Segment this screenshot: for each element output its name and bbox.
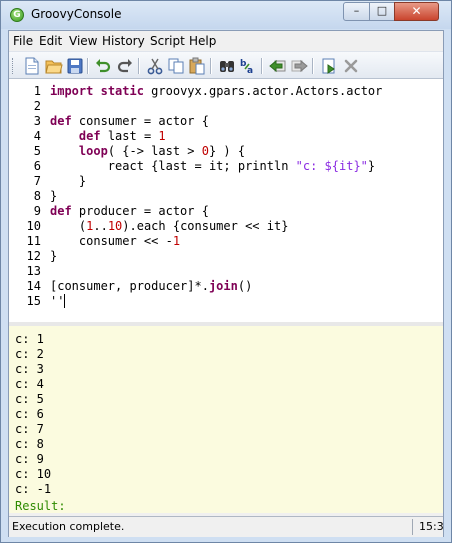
open-folder-icon[interactable] bbox=[45, 57, 63, 75]
menu-file[interactable]: File bbox=[13, 34, 33, 48]
output-line: c: 2 bbox=[15, 347, 44, 361]
code-line: consumer << -1 bbox=[50, 234, 181, 248]
code-line: [consumer, producer]*.join() bbox=[50, 279, 253, 293]
output-pane[interactable]: c: 1 c: 2 c: 3 c: 4 c: 5 c: 6 c: 7 c: 8 … bbox=[9, 326, 443, 513]
cut-icon[interactable] bbox=[146, 57, 164, 75]
toolbar-separator bbox=[138, 58, 140, 74]
maximize-button[interactable]: □ bbox=[369, 2, 395, 21]
line-number: 1 bbox=[33, 84, 41, 98]
maximize-icon: □ bbox=[376, 4, 388, 17]
line-number: 2 bbox=[33, 99, 41, 113]
toolbar-grip[interactable] bbox=[12, 58, 16, 74]
output-line: c: 4 bbox=[15, 377, 44, 391]
menu-view[interactable]: View bbox=[69, 34, 97, 48]
status-message: Execution complete. bbox=[12, 520, 125, 533]
output-line: c: 6 bbox=[15, 407, 44, 421]
history-back-icon[interactable] bbox=[269, 57, 287, 75]
line-number: 13 bbox=[26, 264, 41, 278]
line-number: 8 bbox=[33, 189, 41, 203]
output-line: c: 7 bbox=[15, 422, 44, 436]
menu-script[interactable]: Script bbox=[150, 34, 185, 48]
menu-history[interactable]: History bbox=[102, 34, 145, 48]
minimize-icon: – bbox=[353, 4, 360, 17]
menu-help[interactable]: Help bbox=[189, 34, 216, 48]
line-number: 12 bbox=[26, 249, 41, 263]
code-line: (1..10).each {consumer << it} bbox=[50, 219, 289, 233]
output-line: c: 3 bbox=[15, 362, 44, 376]
status-divider bbox=[412, 519, 413, 535]
menu-edit[interactable]: Edit bbox=[39, 34, 62, 48]
copy-icon[interactable] bbox=[167, 57, 185, 75]
line-number: 4 bbox=[33, 129, 41, 143]
status-bar: Execution complete. 15:3 bbox=[9, 516, 444, 537]
new-document-icon[interactable] bbox=[23, 57, 41, 75]
output-line: c: 10 bbox=[15, 467, 52, 481]
code-line: } bbox=[50, 189, 58, 203]
close-button[interactable]: ✕ bbox=[394, 2, 439, 21]
run-script-icon[interactable] bbox=[320, 57, 338, 75]
undo-icon[interactable] bbox=[94, 57, 112, 75]
close-icon: ✕ bbox=[411, 4, 422, 18]
line-number-gutter: 1 2 3 4 5 6 7 8 9 10 11 12 13 14 15 bbox=[9, 79, 45, 322]
minimize-button[interactable]: – bbox=[343, 2, 370, 21]
line-number: 7 bbox=[33, 174, 41, 188]
code-line: } bbox=[50, 249, 58, 263]
caret-position: 15:3 bbox=[419, 520, 444, 533]
code-line: } bbox=[50, 174, 87, 188]
script-editor[interactable]: 1 2 3 4 5 6 7 8 9 10 11 12 13 14 15 impo… bbox=[9, 79, 443, 323]
paste-icon[interactable] bbox=[188, 57, 206, 75]
line-number: 3 bbox=[33, 114, 41, 128]
toolbar-separator bbox=[312, 58, 314, 74]
title-bar[interactable]: G GroovyConsole – □ ✕ bbox=[1, 1, 451, 29]
output-line: c: 1 bbox=[15, 332, 44, 346]
output-line: c: 9 bbox=[15, 452, 44, 466]
text-caret bbox=[64, 294, 66, 308]
toolbar-separator bbox=[87, 58, 89, 74]
output-line: c: 8 bbox=[15, 437, 44, 451]
history-forward-icon[interactable] bbox=[290, 57, 308, 75]
code-line: '' bbox=[50, 294, 66, 308]
toolbar: ba bbox=[9, 51, 443, 79]
code-line: def last = 1 bbox=[78, 129, 166, 143]
toolbar-separator bbox=[210, 58, 212, 74]
console-frame: File Edit View History Script Help b a 1… bbox=[8, 30, 444, 537]
replace-icon[interactable]: ba bbox=[239, 57, 257, 76]
save-icon[interactable] bbox=[66, 57, 84, 75]
redo-icon[interactable] bbox=[116, 57, 134, 75]
code-line: def producer = actor { bbox=[50, 204, 209, 218]
groovyconsole-window: G GroovyConsole – □ ✕ File Edit View His… bbox=[0, 0, 452, 543]
line-number: 14 bbox=[26, 279, 41, 293]
output-line: c: -1 bbox=[15, 482, 52, 496]
line-number: 9 bbox=[33, 204, 41, 218]
groovy-app-icon: G bbox=[10, 8, 24, 22]
line-number: 6 bbox=[33, 159, 41, 173]
line-number: 15 bbox=[26, 294, 41, 308]
find-icon[interactable] bbox=[218, 57, 236, 75]
window-title: GroovyConsole bbox=[31, 7, 122, 21]
svg-text:a: a bbox=[247, 66, 253, 75]
code-line: import static groovyx.gpars.actor.Actors… bbox=[50, 84, 383, 98]
interrupt-icon[interactable] bbox=[342, 57, 360, 75]
line-number: 10 bbox=[26, 219, 41, 233]
result-label: Result: bbox=[15, 499, 66, 513]
line-number: 11 bbox=[26, 234, 41, 248]
menu-bar: File Edit View History Script Help bbox=[9, 31, 443, 51]
code-line: react {last = it; println "c: ${it}"} bbox=[50, 159, 376, 173]
toolbar-separator bbox=[261, 58, 263, 74]
line-number: 5 bbox=[33, 144, 41, 158]
code-line: def consumer = actor { bbox=[50, 114, 209, 128]
code-line: loop( {-> last > 0} ) { bbox=[78, 144, 246, 158]
output-line: c: 5 bbox=[15, 392, 44, 406]
